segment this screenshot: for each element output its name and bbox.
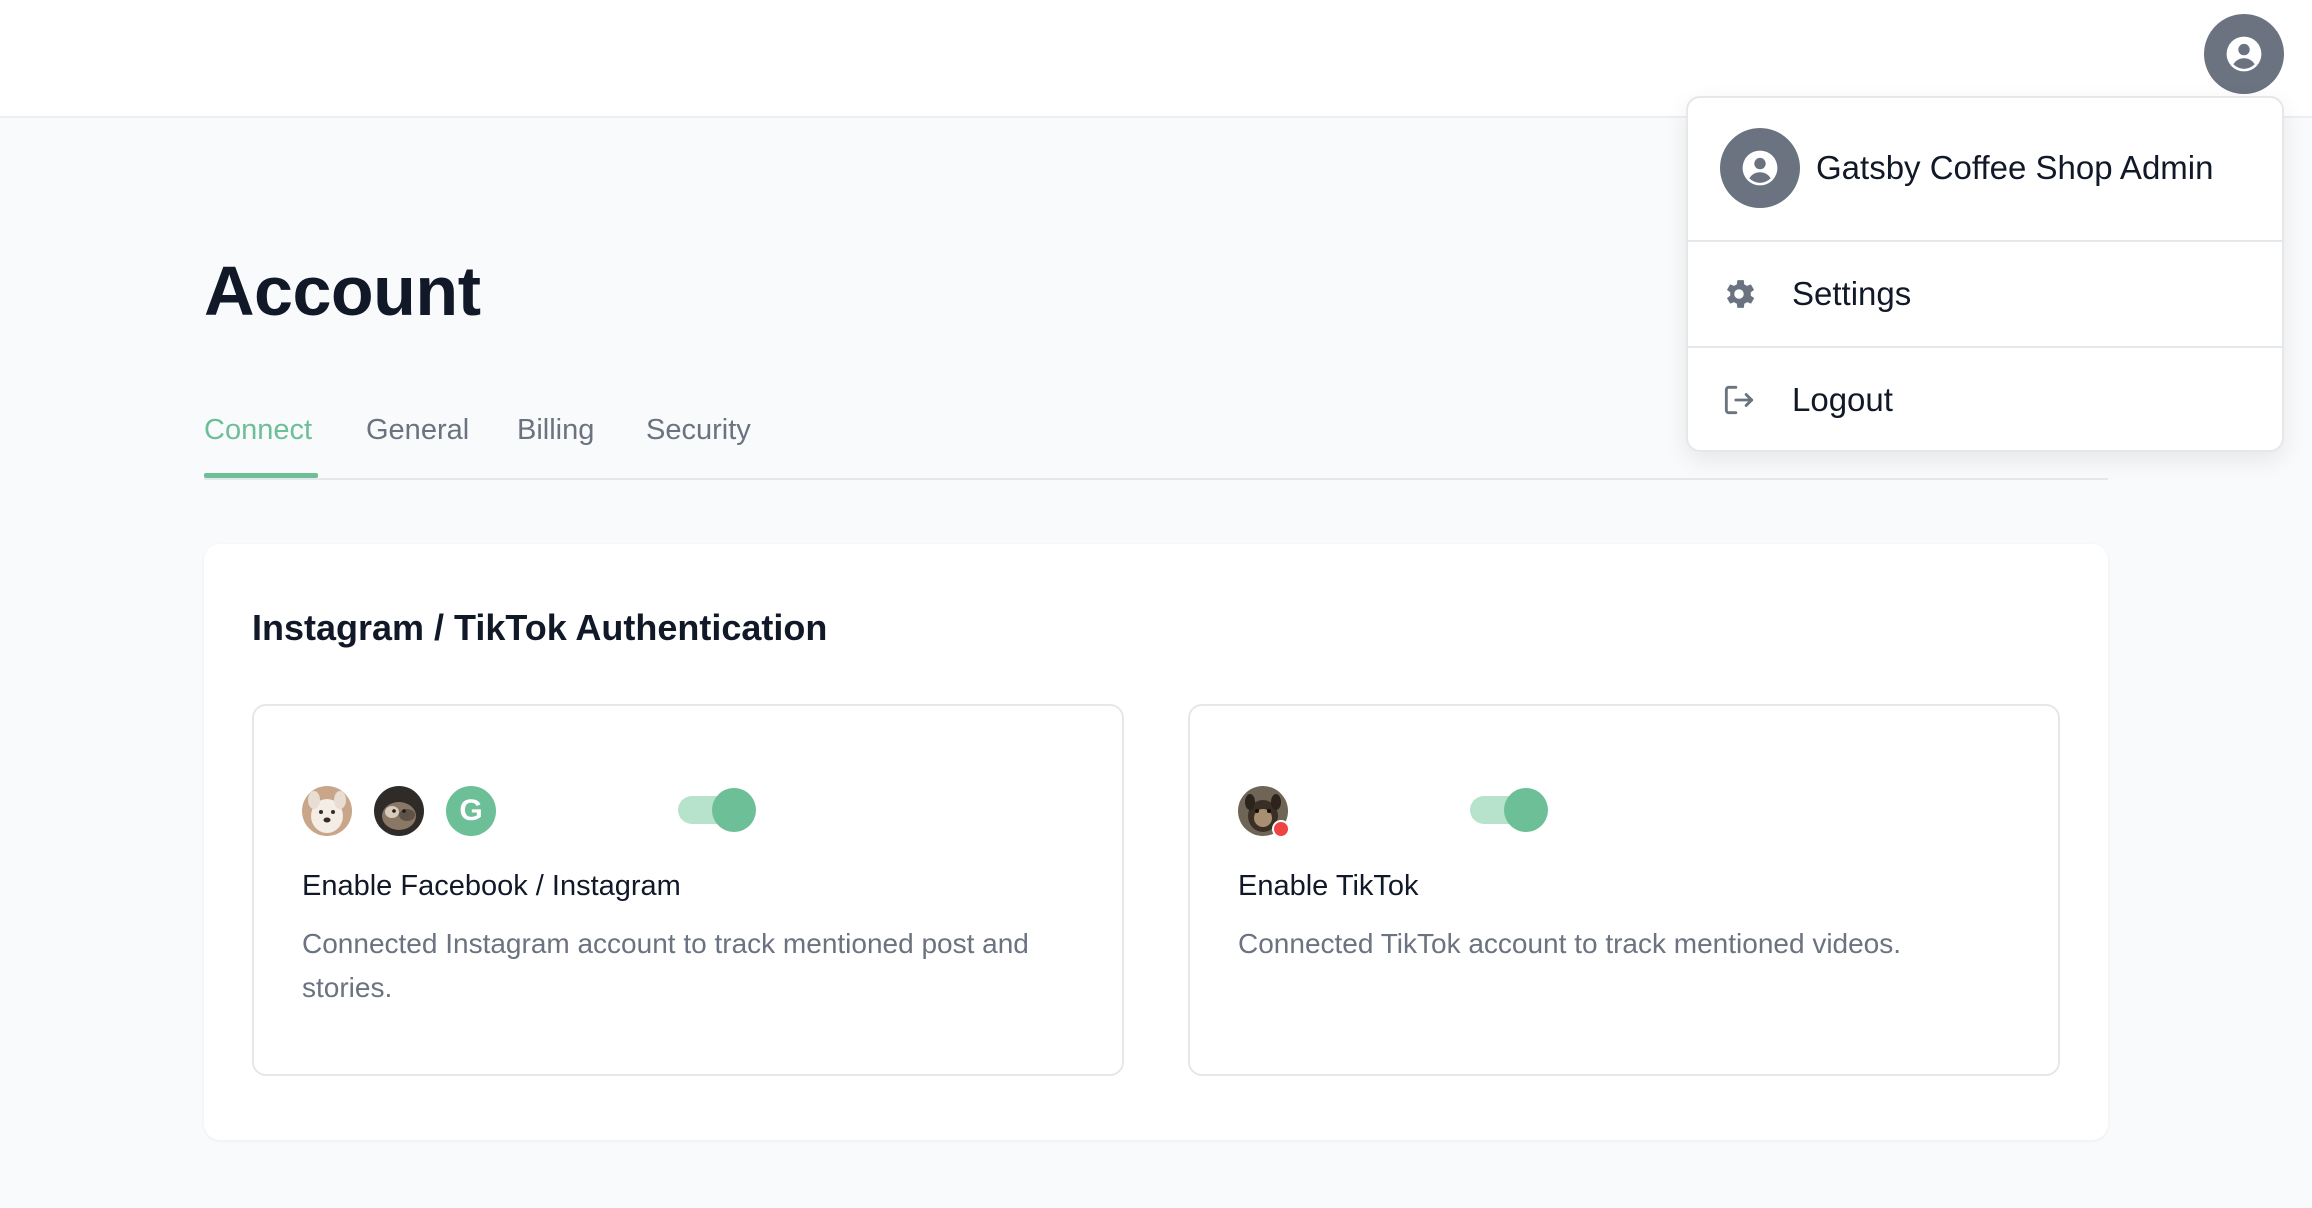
authentication-section: Instagram / TikTok Authentication G Enab… bbox=[204, 544, 2108, 1140]
section-title: Instagram / TikTok Authentication bbox=[252, 607, 828, 648]
gear-icon bbox=[1720, 275, 1758, 313]
user-circle-icon bbox=[2226, 36, 2262, 72]
card-description: Connected Instagram account to track men… bbox=[302, 928, 1029, 1003]
page-title: Account bbox=[204, 252, 481, 330]
toggle-knob bbox=[712, 788, 756, 832]
google-avatar: G bbox=[446, 786, 496, 836]
toggle-knob bbox=[1504, 788, 1548, 832]
card-title: Enable TikTok bbox=[1238, 870, 1419, 902]
cat-photo-avatar bbox=[374, 786, 424, 836]
tiktok-card: Enable TikTok Connected TikTok account t… bbox=[1188, 704, 2060, 1076]
dog-photo-avatar bbox=[302, 786, 352, 836]
user-circle-icon bbox=[1742, 150, 1778, 186]
settings-menu-item[interactable]: Settings bbox=[1688, 242, 2282, 348]
logout-label: Logout bbox=[1792, 381, 1893, 418]
tab-general[interactable]: General bbox=[366, 410, 469, 450]
user-dropdown-menu: Gatsby Coffee Shop Admin Settings Logout bbox=[1686, 96, 2284, 452]
google-avatar-letter: G bbox=[459, 794, 483, 827]
logout-menu-item[interactable]: Logout bbox=[1688, 348, 2282, 450]
avatar bbox=[1720, 128, 1800, 208]
facebook-instagram-toggle[interactable] bbox=[678, 788, 756, 832]
card-title: Enable Facebook / Instagram bbox=[302, 870, 681, 902]
settings-label: Settings bbox=[1792, 275, 1912, 312]
tab-security[interactable]: Security bbox=[646, 410, 751, 450]
tab-connect[interactable]: Connect bbox=[204, 410, 312, 450]
tiktok-toggle[interactable] bbox=[1470, 788, 1548, 832]
logout-icon bbox=[1720, 381, 1758, 419]
active-tab-indicator bbox=[204, 473, 318, 478]
card-description: Connected TikTok account to track mentio… bbox=[1238, 928, 1902, 959]
dropdown-user-header: Gatsby Coffee Shop Admin bbox=[1688, 98, 2282, 242]
status-dot bbox=[1272, 820, 1290, 838]
tab-billing[interactable]: Billing bbox=[517, 410, 594, 450]
facebook-instagram-card: G Enable Facebook / Instagram Connected … bbox=[252, 704, 1124, 1076]
user-name: Gatsby Coffee Shop Admin bbox=[1816, 149, 2214, 186]
user-menu-button[interactable] bbox=[2204, 14, 2284, 94]
